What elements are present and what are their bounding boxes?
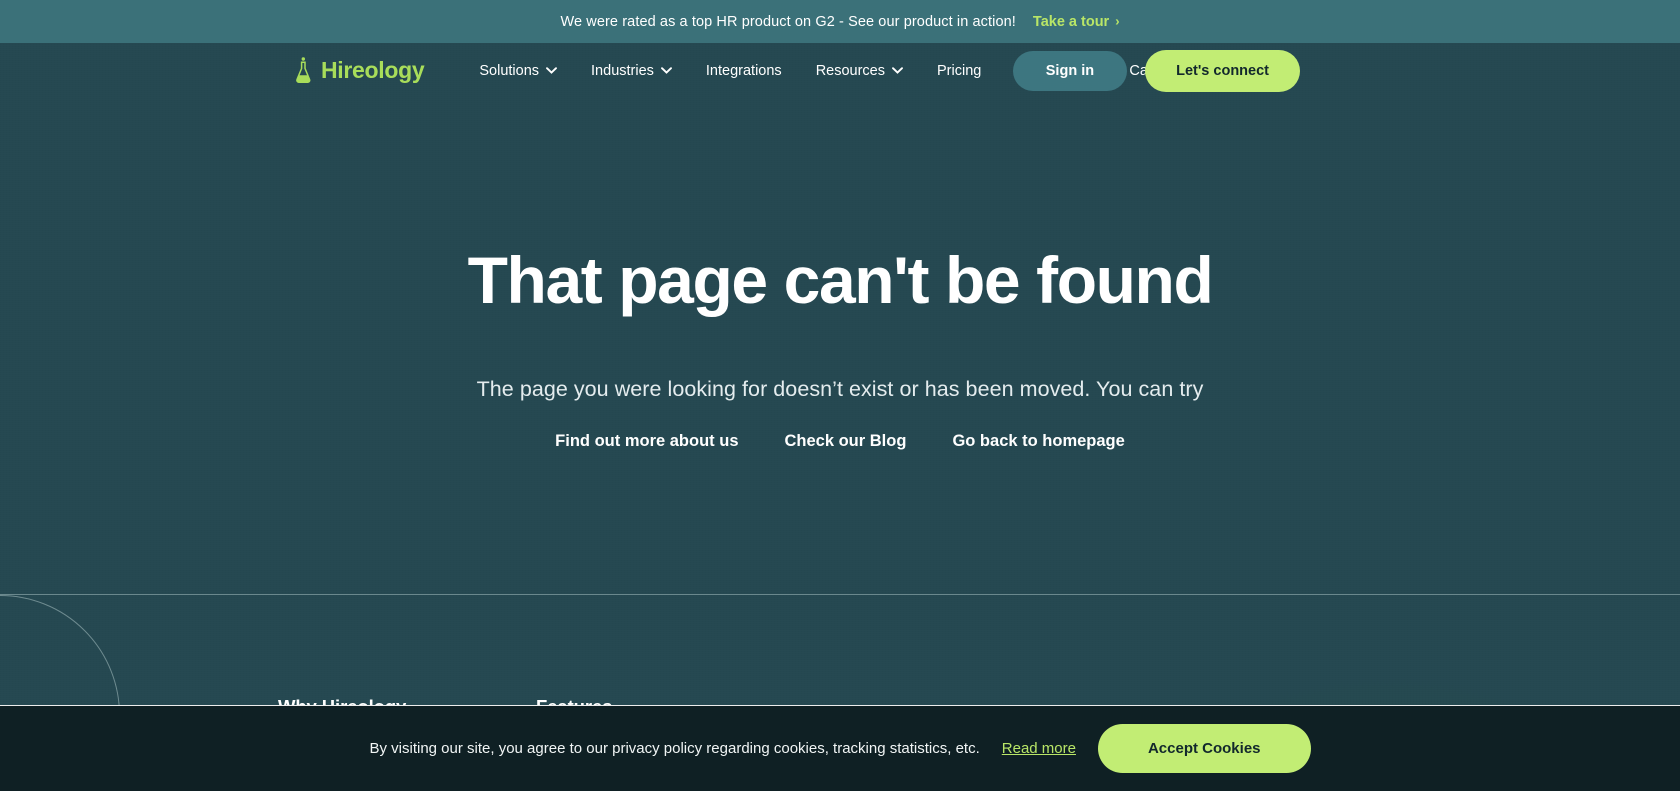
- nav-item-label: Pricing: [937, 62, 982, 79]
- flask-icon: [296, 57, 311, 84]
- nav-item-integrations[interactable]: Integrations: [689, 63, 799, 79]
- sign-in-button[interactable]: Sign in: [1012, 50, 1128, 91]
- nav-item-label: Solutions: [479, 62, 540, 79]
- main-navigation: Hireology Solutions Industries Integrati: [0, 43, 1680, 98]
- nav-item-pricing[interactable]: Pricing: [920, 63, 998, 79]
- nav-item-solutions[interactable]: Solutions: [462, 63, 574, 79]
- lets-connect-button[interactable]: Let's connect: [1145, 49, 1300, 92]
- read-more-link[interactable]: Read more: [1002, 740, 1076, 757]
- logo-text: Hireology: [321, 57, 425, 83]
- chevron-down-icon: [546, 67, 557, 74]
- nav-item-resources[interactable]: Resources: [799, 63, 920, 79]
- take-a-tour-link[interactable]: Take a tour ›: [1033, 14, 1120, 30]
- nav-actions: Sign in Let's connect: [1012, 43, 1300, 98]
- promo-banner: We were rated as a top HR product on G2 …: [0, 0, 1680, 43]
- cookie-consent-bar: By visiting our site, you agree to our p…: [0, 705, 1680, 791]
- accept-cookies-button[interactable]: Accept Cookies: [1097, 724, 1311, 773]
- nav-item-label: Industries: [591, 62, 654, 79]
- hero-links: Find out more about us Check our Blog Go…: [0, 432, 1680, 451]
- chevron-down-icon: [892, 67, 903, 74]
- logo[interactable]: Hireology: [295, 57, 425, 84]
- take-a-tour-label: Take a tour: [1032, 13, 1110, 30]
- nav-item-label: Resources: [815, 62, 885, 79]
- page-root: We were rated as a top HR product on G2 …: [0, 0, 1680, 791]
- footer-columns: Why Hireology Features: [0, 595, 1680, 718]
- find-out-more-link[interactable]: Find out more about us: [532, 432, 761, 451]
- nav-item-label: Integrations: [705, 62, 782, 79]
- nav-item-industries[interactable]: Industries: [574, 63, 689, 79]
- promo-message: We were rated as a top HR product on G2 …: [560, 13, 1016, 30]
- cookie-message: By visiting our site, you agree to our p…: [369, 740, 980, 757]
- go-back-home-link[interactable]: Go back to homepage: [929, 432, 1147, 451]
- check-our-blog-link[interactable]: Check our Blog: [762, 432, 930, 451]
- hero-subtitle: The page you were looking for doesn’t ex…: [476, 377, 1204, 402]
- chevron-right-icon: ›: [1115, 13, 1120, 29]
- chevron-down-icon: [660, 67, 672, 74]
- hero-content: That page can't be found The page you we…: [0, 98, 1680, 451]
- hero-section: Hireology Solutions Industries Integrati: [0, 43, 1680, 594]
- page-title: That page can't be found: [467, 243, 1214, 317]
